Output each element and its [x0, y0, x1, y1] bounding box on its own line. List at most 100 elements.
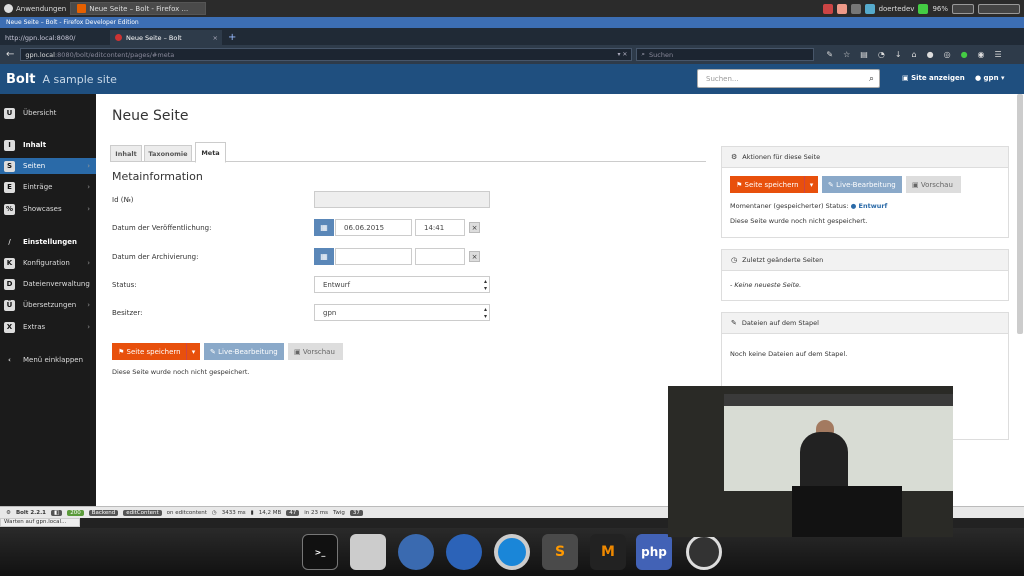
tab-content[interactable]: Inhalt: [110, 145, 142, 162]
browser-tab-1[interactable]: http://gpn.local:8080/: [0, 30, 110, 45]
pocket-icon[interactable]: ◔: [878, 50, 885, 59]
debug-query-time: in 23 ms: [304, 509, 328, 516]
show-site-link[interactable]: ▣ Site anzeigen: [902, 74, 965, 82]
panel-save-button[interactable]: ⚑ Seite speichern ▾: [730, 176, 818, 193]
publish-date-input[interactable]: 06.06.2015: [335, 219, 412, 236]
panel-preview-button[interactable]: ▣ Vorschau: [906, 176, 961, 193]
debug-twig-count[interactable]: 37: [349, 509, 363, 516]
close-tab-icon[interactable]: ×: [213, 34, 218, 42]
terminal-icon[interactable]: >_: [302, 534, 338, 570]
panel-preview-label: Vorschau: [920, 180, 953, 189]
debug-request-icon[interactable]: ◧: [51, 509, 63, 516]
sidebar-item-files[interactable]: D Dateienverwaltung ›: [4, 276, 96, 292]
tray-icon-2[interactable]: [836, 3, 847, 14]
calendar-icon[interactable]: ▦: [314, 248, 334, 265]
sidebar-item-extras[interactable]: X Extras ›: [4, 319, 96, 335]
debug-backend[interactable]: Backend: [88, 509, 119, 516]
bolt-brand[interactable]: Bolt: [6, 72, 36, 87]
addon-icon[interactable]: ◎: [944, 50, 951, 59]
sidebar-item-overview[interactable]: U Übersicht: [4, 105, 96, 121]
menu-icon[interactable]: ☰: [995, 50, 1002, 59]
browser-search-bar[interactable]: ⌕ Suchen: [636, 48, 815, 61]
files-icon[interactable]: [350, 534, 386, 570]
speaker-video-overlay: [668, 386, 953, 537]
firefox-icon[interactable]: [446, 534, 482, 570]
keyboard-icon[interactable]: [952, 3, 974, 14]
debug-queries[interactable]: 47: [286, 509, 300, 516]
mail-icon[interactable]: [398, 534, 434, 570]
home-icon[interactable]: ⌂: [912, 50, 917, 59]
download-icon[interactable]: ↓: [895, 50, 902, 59]
recent-panel-header: ◷ Zuletzt geänderte Seiten: [722, 250, 1008, 271]
browser-tab-2[interactable]: Neue Seite – Bolt ×: [110, 30, 222, 45]
clear-publish-icon[interactable]: ×: [469, 222, 480, 233]
system-tray: doertedev 96%: [822, 3, 1020, 14]
site-name[interactable]: A sample site: [43, 73, 117, 86]
id-field: [314, 191, 490, 208]
tab-taxonomy[interactable]: Taxonomie: [144, 145, 192, 162]
not-saved-note: Diese Seite wurde noch nicht gespeichert…: [112, 368, 250, 376]
star-icon[interactable]: ☆: [843, 50, 850, 59]
wrench-icon[interactable]: ✎: [826, 50, 833, 59]
chromium-icon[interactable]: [494, 534, 530, 570]
chat-icon[interactable]: ●: [927, 50, 934, 59]
debug-status-code[interactable]: 200: [67, 509, 84, 516]
sublime-icon[interactable]: S: [542, 534, 578, 570]
sidebar-item-translations[interactable]: Ü Übersetzungen ›: [4, 297, 96, 313]
owner-select[interactable]: gpn ▴ ▾: [314, 304, 490, 321]
preview-button[interactable]: ▣ Vorschau: [288, 343, 343, 360]
save-button[interactable]: ⚑ Seite speichern ▾: [112, 343, 200, 360]
sidebar-item-pages[interactable]: S Seiten ›: [0, 158, 96, 174]
back-arrow-icon[interactable]: ←: [6, 49, 14, 60]
network-icon[interactable]: [864, 3, 875, 14]
new-tab-icon[interactable]: +: [228, 30, 236, 45]
live-edit-button[interactable]: ✎ Live-Bearbeitung: [204, 343, 284, 360]
calendar-icon[interactable]: ▦: [314, 219, 334, 236]
page-scrollbar[interactable]: [1017, 94, 1023, 334]
sidebar-item-showcases[interactable]: % Showcases ›: [4, 201, 96, 217]
projected-screen-bar: [724, 394, 953, 406]
podcast-icon[interactable]: [686, 534, 722, 570]
debug-twig[interactable]: Twig: [333, 510, 345, 516]
panel-live-edit-button[interactable]: ✎ Live-Bearbeitung: [822, 176, 902, 193]
tray-user[interactable]: doertedev: [879, 5, 915, 13]
chevron-down-icon[interactable]: ▾: [804, 176, 818, 193]
green-addon-icon[interactable]: ●: [961, 50, 968, 59]
chevron-down-icon[interactable]: ▾: [186, 343, 200, 360]
user-menu[interactable]: ● gpn ▾: [975, 74, 1005, 82]
live-edit-label: Live-Bearbeitung: [218, 347, 278, 356]
taskbar-window-button[interactable]: Neue Seite – Bolt - Firefox ...: [70, 2, 207, 15]
puzzle-icon: X: [4, 321, 15, 333]
debug-memory[interactable]: 14,2 MB: [259, 510, 282, 516]
library-icon[interactable]: ▤: [860, 50, 868, 59]
sidebar-item-entries[interactable]: E Einträge ›: [4, 179, 96, 195]
archive-time-input[interactable]: [415, 248, 465, 265]
tray-icon-3[interactable]: [850, 3, 861, 14]
debug-time[interactable]: 3433 ms: [222, 510, 246, 516]
sidebar: U Übersicht I Inhalt S Seiten › E Einträ…: [0, 94, 96, 506]
mr-icon[interactable]: M: [590, 534, 626, 570]
publish-time-input[interactable]: 14:41: [415, 219, 465, 236]
sidebar-item-label: Showcases: [23, 205, 62, 213]
sidebar-item-collapse[interactable]: ‹ Menü einklappen: [4, 352, 96, 368]
status-select[interactable]: Entwurf ▴ ▾: [314, 276, 490, 293]
browser-search-placeholder: Suchen: [649, 50, 674, 59]
archive-date-input[interactable]: [335, 248, 412, 265]
url-bar[interactable]: gpn.local :8080/bolt/editcontent/pages/#…: [20, 48, 633, 61]
apps-menu[interactable]: Anwendungen: [4, 2, 66, 15]
clock-icon[interactable]: [978, 3, 1020, 14]
showcases-icon: %: [4, 203, 15, 215]
tab-meta[interactable]: Meta: [195, 142, 226, 163]
sidebar-item-settings[interactable]: / Einstellungen: [4, 234, 96, 250]
url-dropdown-icon[interactable]: ▾ ✕: [617, 51, 627, 58]
debug-route[interactable]: editContent: [123, 509, 162, 516]
tray-icon-1[interactable]: [822, 3, 833, 14]
sidebar-item-content[interactable]: I Inhalt: [4, 137, 96, 153]
sidebar-item-configuration[interactable]: K Konfiguration ›: [4, 255, 96, 271]
search-icon[interactable]: ⌕: [869, 74, 874, 84]
sync-icon[interactable]: ◉: [978, 50, 985, 59]
debug-route-suffix: on editcontent: [166, 509, 207, 516]
phpstorm-icon[interactable]: php: [636, 534, 672, 570]
bolt-search-input[interactable]: Suchen... ⌕: [697, 69, 880, 88]
clear-archive-icon[interactable]: ×: [469, 251, 480, 262]
